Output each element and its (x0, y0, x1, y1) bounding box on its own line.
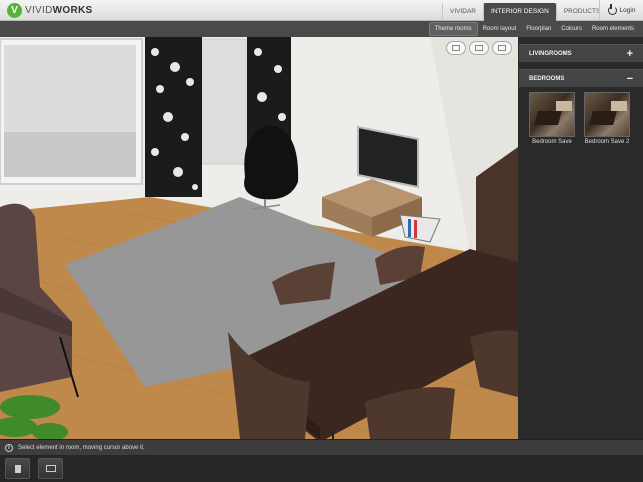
thumbnail-bedroom-save-2[interactable]: Bedroom Save 2 (584, 92, 630, 145)
app-window: V VIVIDWORKS VIVIDAR INTERIOR DESIGN PRO… (0, 0, 643, 482)
view-2d-button[interactable] (446, 41, 466, 55)
window (0, 38, 247, 185)
section-livingrooms[interactable]: LIVINGROOMS + (519, 44, 643, 62)
room-scene[interactable] (0, 37, 518, 439)
power-icon (607, 4, 617, 15)
sub-nav-bar: Theme rooms Room layout Floorplan Colour… (0, 21, 643, 37)
top-nav: VIVIDAR INTERIOR DESIGN PRODUCTS (442, 3, 607, 21)
section-livingrooms-label: LIVINGROOMS (529, 51, 572, 57)
status-bar: i Select element in room, moving cursor … (0, 439, 643, 455)
section-bedrooms-label: BEDROOMS (529, 76, 565, 82)
logo-text: VIVIDWORKS (25, 5, 93, 16)
thumbnail-label: Bedroom Save (532, 139, 572, 145)
section-bedrooms[interactable]: BEDROOMS − (519, 69, 643, 87)
sub-nav: Theme rooms Room layout Floorplan Colour… (428, 21, 639, 37)
expand-plus-icon[interactable]: + (627, 45, 633, 63)
collapse-minus-icon[interactable]: − (627, 70, 633, 88)
vividworks-logo[interactable]: V VIVIDWORKS (7, 3, 92, 18)
topnav-vividar[interactable]: VIVIDAR (442, 3, 483, 21)
floorplan-view-icon (452, 45, 460, 51)
thumbnail-image[interactable] (584, 92, 630, 137)
top-bar: V VIVIDWORKS VIVIDAR INTERIOR DESIGN PRO… (0, 0, 643, 21)
tab-theme-rooms[interactable]: Theme rooms (428, 22, 478, 36)
new-document-button[interactable] (5, 458, 30, 479)
thumbnail-image[interactable] (529, 92, 575, 137)
info-icon: i (5, 444, 13, 452)
theme-rooms-panel: LIVINGROOMS + BEDROOMS − Bedroom Save Be… (519, 37, 643, 439)
tab-room-elements[interactable]: Room elements (587, 22, 639, 36)
room-3d-viewport[interactable] (0, 37, 518, 439)
login-button[interactable]: Login (599, 0, 643, 21)
document-icon (14, 464, 21, 473)
bedroom-thumbnails: Bedroom Save Bedroom Save 2 (519, 87, 643, 145)
thumbnail-bedroom-save[interactable]: Bedroom Save (529, 92, 575, 145)
tab-room-layout[interactable]: Room layout (478, 22, 522, 36)
folder-icon (45, 465, 56, 472)
bottom-toolbar (0, 455, 643, 482)
open-folder-button[interactable] (38, 458, 63, 479)
thumbnail-label: Bedroom Save 2 (584, 139, 630, 145)
3d-view-icon (498, 45, 506, 51)
wall-view-icon (475, 45, 483, 51)
view-controls (443, 41, 512, 55)
tab-floorplan[interactable]: Floorplan (521, 22, 556, 36)
status-text: Select element in room, moving cursor ab… (18, 445, 145, 451)
logo-mark: V (7, 3, 22, 18)
view-wall-button[interactable] (469, 41, 489, 55)
topnav-interior-design[interactable]: INTERIOR DESIGN (483, 3, 556, 21)
view-3d-button[interactable] (492, 41, 512, 55)
login-label: Login (619, 7, 636, 14)
tab-colours[interactable]: Colours (556, 22, 587, 36)
